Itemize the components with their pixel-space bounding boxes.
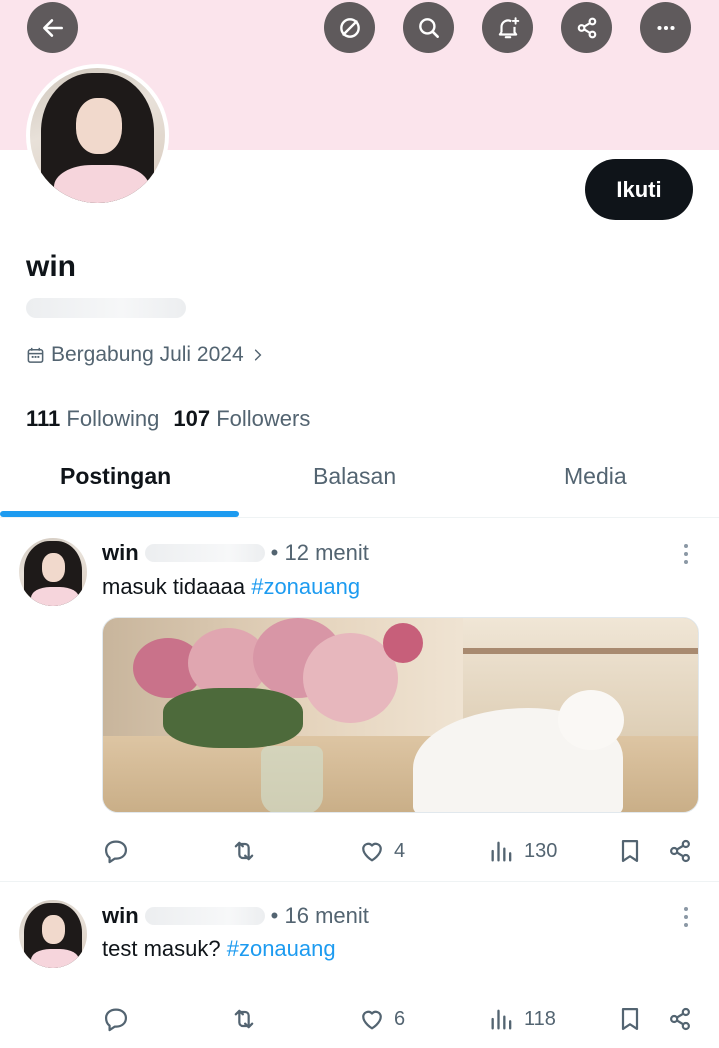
follow-button[interactable]: Ikuti — [585, 159, 693, 220]
profile-name: win — [26, 250, 76, 283]
like-button[interactable]: 4 — [358, 837, 405, 865]
tab-media[interactable]: Media — [564, 463, 627, 490]
view-count: 130 — [524, 839, 558, 862]
heart-icon — [362, 1010, 382, 1030]
post-header: win • 12 menit — [102, 540, 369, 566]
bookmark-icon — [621, 839, 639, 863]
post-handle-redacted — [144, 907, 265, 925]
profile-handle-redacted — [26, 298, 186, 318]
following-count: 111 — [26, 406, 61, 431]
post-more-icon[interactable] — [676, 541, 696, 567]
avatar-image — [30, 68, 165, 203]
reply-button[interactable] — [102, 1005, 130, 1033]
share-icon — [670, 839, 690, 863]
post-body: test masuk? — [102, 936, 227, 961]
post-handle-redacted — [144, 544, 265, 562]
notify-button[interactable] — [482, 2, 533, 53]
post-time[interactable]: • 12 menit — [271, 540, 369, 566]
share-icon — [670, 1007, 690, 1031]
views-icon — [491, 1009, 512, 1030]
tab-postingan[interactable]: Postingan — [60, 463, 171, 490]
reply-button[interactable] — [102, 837, 130, 865]
bookmark-icon — [621, 1007, 639, 1031]
more-button[interactable] — [640, 2, 691, 53]
post-text: masuk tidaaaa #zonauang — [102, 574, 360, 600]
post-hashtag[interactable]: #zonauang — [227, 936, 336, 961]
post-actions: 6 118 — [102, 1005, 699, 1035]
share-post-button[interactable] — [666, 837, 694, 865]
post-actions: 4 130 — [102, 837, 699, 867]
grok-button[interactable] — [324, 2, 375, 53]
follow-stats: 111 Following 107 Followers — [26, 406, 310, 432]
post-author-name[interactable]: win — [102, 903, 139, 929]
repost-icon — [234, 841, 254, 861]
post-more-icon[interactable] — [676, 904, 696, 930]
post-author-name[interactable]: win — [102, 540, 139, 566]
repost-button[interactable] — [230, 837, 258, 865]
tab-balasan[interactable]: Balasan — [313, 463, 396, 490]
search-button[interactable] — [403, 2, 454, 53]
post-body: masuk tidaaaa — [102, 574, 252, 599]
followers-count: 107 — [173, 406, 211, 431]
bookmark-button[interactable] — [616, 1005, 644, 1033]
reply-icon — [104, 840, 128, 864]
post-text: test masuk? #zonauang — [102, 936, 336, 962]
following-link[interactable]: 111 Following — [26, 406, 159, 432]
share-profile-button[interactable] — [561, 2, 612, 53]
view-count: 118 — [524, 1007, 556, 1030]
profile-tabs: Postingan Balasan Media — [0, 448, 719, 518]
post-avatar[interactable] — [19, 538, 87, 606]
calendar-icon — [27, 347, 44, 363]
search-icon — [418, 17, 439, 38]
post-header: win • 16 menit — [102, 903, 369, 929]
post-media-image[interactable] — [102, 617, 699, 813]
more-icon — [656, 25, 675, 30]
chevron-right-icon — [254, 349, 262, 361]
bell-plus-icon — [498, 16, 519, 38]
post-hashtag[interactable]: #zonauang — [251, 574, 360, 599]
following-label: Following — [66, 406, 160, 431]
arrow-left-icon — [42, 18, 63, 37]
like-button[interactable]: 6 — [358, 1005, 405, 1033]
followers-label: Followers — [216, 406, 311, 431]
grok-icon — [339, 17, 360, 38]
active-tab-indicator — [0, 511, 239, 517]
post-avatar[interactable] — [19, 900, 87, 968]
followers-link[interactable]: 107 Followers — [173, 406, 310, 432]
like-count: 4 — [394, 839, 406, 862]
like-count: 6 — [394, 1007, 406, 1030]
views-button[interactable]: 130 — [488, 837, 557, 865]
repost-button[interactable] — [230, 1005, 258, 1033]
joined-label: Bergabung Juli 2024 — [51, 343, 244, 366]
repost-icon — [234, 1009, 254, 1029]
reply-icon — [104, 1008, 128, 1032]
profile-avatar[interactable] — [26, 64, 169, 207]
heart-icon — [362, 842, 382, 862]
bookmark-button[interactable] — [616, 837, 644, 865]
share-post-button[interactable] — [666, 1005, 694, 1033]
post-divider — [0, 881, 719, 882]
views-icon — [491, 841, 512, 862]
back-button[interactable] — [27, 2, 78, 53]
joined-date[interactable]: Bergabung Juli 2024 — [26, 343, 266, 367]
views-button[interactable]: 118 — [488, 1005, 556, 1033]
share-icon — [577, 17, 596, 38]
post-time[interactable]: • 16 menit — [271, 903, 369, 929]
